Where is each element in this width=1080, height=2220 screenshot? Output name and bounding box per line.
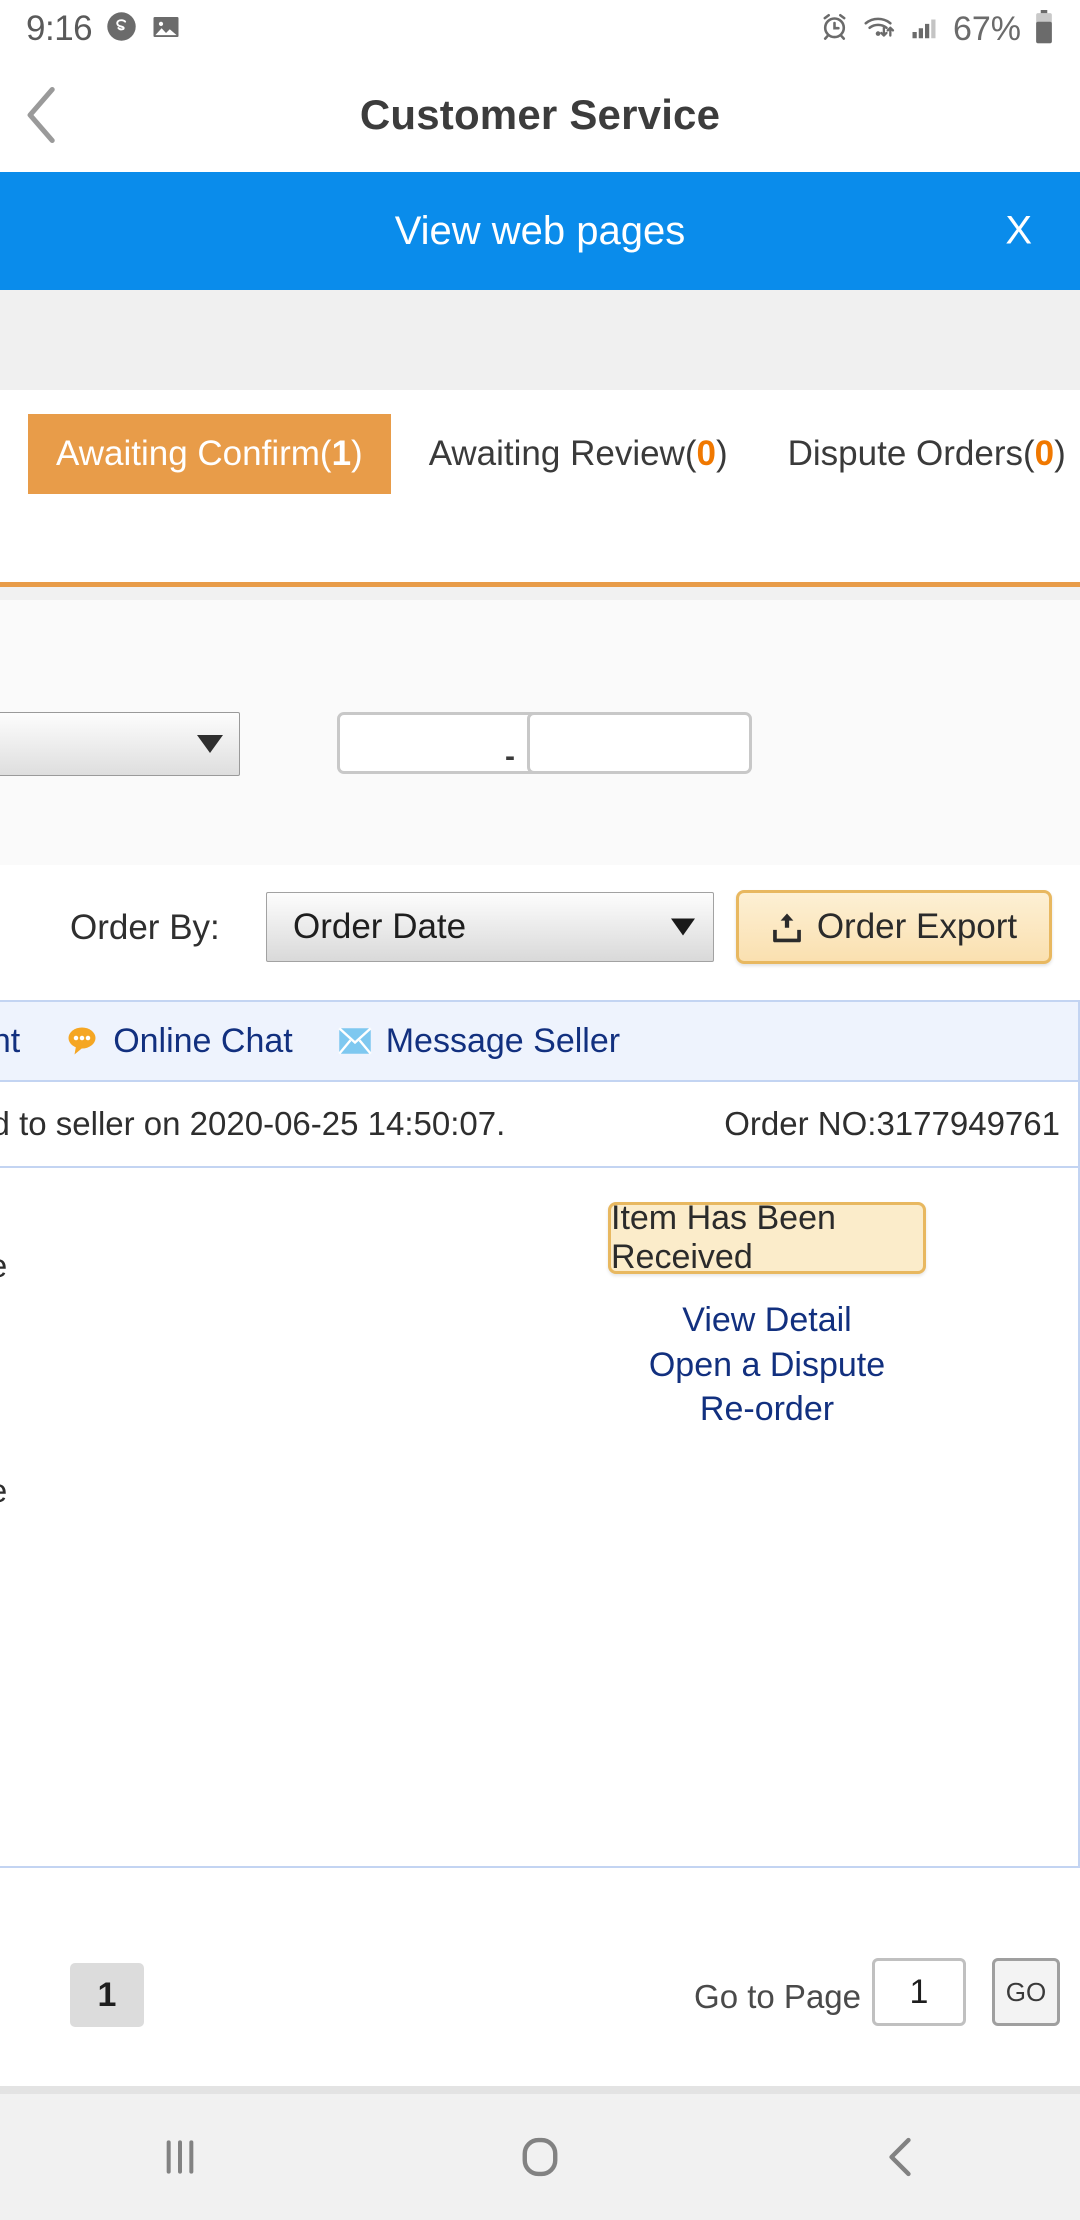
title-bar: Customer Service <box>0 58 1080 172</box>
banner-label: View web pages <box>394 208 686 253</box>
message-seller-label: Message Seller <box>385 1021 621 1060</box>
range-to-input[interactable] <box>527 712 752 774</box>
upload-icon <box>772 913 801 943</box>
tab-dispute-orders-label: Dispute Orders <box>787 434 1023 473</box>
image-icon <box>151 12 181 47</box>
system-nav-bar <box>0 2094 1080 2220</box>
item-has-been-received-label: Item Has Been Received <box>611 1199 836 1276</box>
go-button[interactable]: GO <box>992 1958 1060 2026</box>
tab-awaiting-review-label: Awaiting Review <box>428 434 685 473</box>
home-icon <box>522 2137 558 2177</box>
page-number-button[interactable]: 1 <box>70 1963 144 2027</box>
status-time: 9:16 <box>26 9 93 48</box>
tab-dispute-orders-count: 0 <box>1034 434 1055 473</box>
skype-icon <box>106 11 137 47</box>
goto-page-input[interactable]: 1 <box>872 1958 966 2026</box>
wifi-icon <box>863 11 897 47</box>
tab-awaiting-review-count: 0 <box>696 434 716 473</box>
order-status-tabs: Awaiting Confirm(1) Awaiting Review(0) D… <box>0 390 1080 585</box>
back-button-nav[interactable] <box>720 2135 1080 2179</box>
status-bar-right: 67% <box>819 9 1054 49</box>
online-chat-link[interactable]: Online Chat <box>64 1022 293 1061</box>
battery-percent: 67% <box>952 9 1021 48</box>
battery-icon <box>1034 9 1054 49</box>
filter-select[interactable] <box>0 712 240 776</box>
order-number: Order NO:3177949761 <box>724 1105 1060 1142</box>
chevron-down-icon <box>197 735 223 753</box>
order-action-links: View Detail Open a Dispute Re-order <box>608 1302 926 1428</box>
chevron-down-icon <box>671 918 695 936</box>
order-card-status-row: eased to seller on 2020-06-25 14:50:07. … <box>0 1082 1078 1168</box>
order-by-row: Order By: Order Date Order Export <box>0 865 1080 1001</box>
message-seller-link[interactable]: Message Seller <box>337 1022 620 1061</box>
nav-divider <box>0 2086 1080 2094</box>
item-unit-second: ece <box>0 1472 7 1510</box>
home-button[interactable] <box>360 2135 720 2179</box>
order-card-header: scount Online Chat Message Seller <box>0 1002 1078 1082</box>
back-icon <box>889 2137 911 2177</box>
signal-icon <box>910 12 940 47</box>
item-unit-first: ece <box>0 1247 7 1285</box>
pagination: 1 Go to Page 1 GO <box>0 1868 1080 2086</box>
tab-dispute-orders[interactable]: Dispute Orders(0) <box>766 414 1080 494</box>
chat-bubble-icon <box>68 1027 96 1055</box>
tab-awaiting-confirm[interactable]: Awaiting Confirm(1) <box>28 414 391 494</box>
re-order-link[interactable]: Re-order <box>700 1391 834 1428</box>
order-by-value: Order Date <box>293 907 467 946</box>
view-web-pages-banner[interactable]: View web pages X <box>0 172 1080 290</box>
order-export-label: Order Export <box>816 907 1018 946</box>
banner-spacer <box>0 290 1080 390</box>
filter-row: - <box>0 600 1080 865</box>
item-has-been-received-button[interactable]: Item Has Been Received <box>608 1199 926 1276</box>
status-bar: 9:16 67% <box>0 0 1080 58</box>
alarm-icon <box>819 11 850 47</box>
recents-button[interactable] <box>0 2135 360 2179</box>
online-chat-label: Online Chat <box>113 1021 293 1060</box>
goto-page-label: Go to Page <box>694 1978 861 2015</box>
order-by-label: Order By: <box>70 908 220 947</box>
order-status-text: eased to seller on 2020-06-25 14:50:07. <box>0 1105 506 1142</box>
tab-awaiting-review[interactable]: Awaiting Review(0) <box>407 414 750 494</box>
order-export-button[interactable]: Order Export <box>736 890 1052 964</box>
page-title: Customer Service <box>359 91 721 138</box>
order-by-select[interactable]: Order Date <box>266 892 714 962</box>
status-bar-left: 9:16 <box>26 9 181 49</box>
view-detail-link[interactable]: View Detail <box>682 1302 851 1339</box>
tab-awaiting-confirm-label: Awaiting Confirm <box>56 434 320 473</box>
envelope-icon <box>338 1027 372 1055</box>
close-icon[interactable]: X <box>1005 209 1032 254</box>
tab-awaiting-confirm-count: 1 <box>331 434 352 473</box>
open-a-dispute-link[interactable]: Open a Dispute <box>649 1346 885 1384</box>
order-card: scount Online Chat Message Seller eased … <box>0 1000 1080 1868</box>
discount-link[interactable]: scount <box>0 1022 20 1061</box>
discount-label: scount <box>0 1021 21 1060</box>
range-separator: - <box>505 740 515 773</box>
recents-icon <box>166 2140 194 2174</box>
